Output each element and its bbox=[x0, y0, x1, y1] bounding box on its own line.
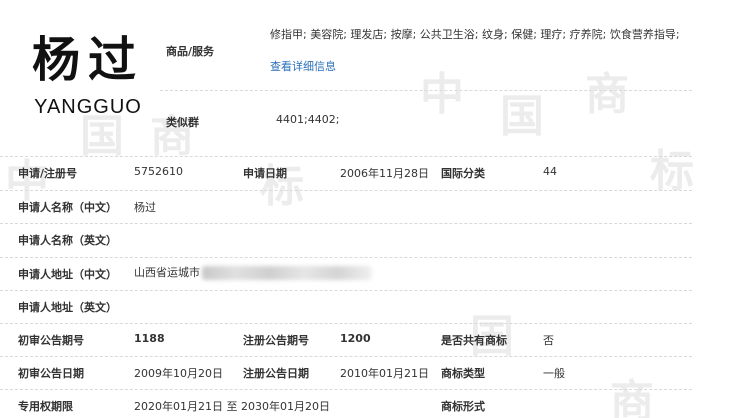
address-cn-value: 山西省运城市 bbox=[134, 266, 200, 279]
term-label: 专用权期限 bbox=[18, 400, 73, 413]
shared-mark-value: 否 bbox=[543, 334, 554, 347]
mark-type-label: 商标类型 bbox=[441, 367, 485, 380]
applicant-cn-value: 杨过 bbox=[134, 201, 156, 214]
mark-type-value: 一般 bbox=[543, 367, 565, 380]
prelim-no-label: 初审公告期号 bbox=[18, 334, 84, 347]
trademark-logo: 杨过 YANGGUO bbox=[18, 18, 158, 136]
shared-mark-label: 是否共有商标 bbox=[441, 334, 507, 347]
table-row: 申请人地址（英文） bbox=[0, 290, 742, 323]
address-en-label: 申请人地址（英文） bbox=[18, 301, 117, 314]
prelim-date-label: 初审公告日期 bbox=[18, 367, 84, 380]
table-row: 申请人名称（中文） 杨过 bbox=[0, 190, 742, 223]
similar-group-label: 类似群 bbox=[166, 116, 199, 129]
reg-no-label: 申请/注册号 bbox=[18, 167, 78, 180]
logo-chinese-text: 杨过 bbox=[31, 31, 144, 88]
view-details-link[interactable]: 查看详细信息 bbox=[270, 58, 336, 74]
app-date-value: 2006年11月28日 bbox=[340, 167, 429, 180]
address-cn-field: 山西省运城市 bbox=[134, 264, 372, 280]
reg-pub-no-value: 1200 bbox=[340, 332, 371, 345]
applicant-en-label: 申请人名称（英文） bbox=[18, 234, 117, 247]
similar-group-value: 4401;4402; bbox=[276, 113, 340, 126]
intl-class-value: 44 bbox=[543, 165, 557, 178]
prelim-no-value: 1188 bbox=[134, 332, 165, 345]
address-cn-label: 申请人地址（中文） bbox=[18, 268, 117, 281]
reg-no-value: 5752610 bbox=[134, 165, 183, 178]
logo-english-text: YANGGUO bbox=[34, 95, 142, 118]
table-row: 申请/注册号 5752610 申请日期 2006年11月28日 国际分类 44 bbox=[0, 156, 742, 189]
applicant-cn-label: 申请人名称（中文） bbox=[18, 201, 117, 214]
table-row: 初审公告日期 2009年10月20日 注册公告日期 2010年01月21日 商标… bbox=[0, 356, 742, 389]
redacted-blur bbox=[202, 266, 372, 280]
term-value: 2020年01月21日 至 2030年01月20日 bbox=[134, 400, 330, 413]
table-row: 申请人地址（中文） 山西省运城市 bbox=[0, 257, 742, 290]
reg-pub-no-label: 注册公告期号 bbox=[243, 334, 309, 347]
table-row: 申请人名称（英文） bbox=[0, 223, 742, 256]
table-row: 初审公告期号 1188 注册公告期号 1200 是否共有商标 否 bbox=[0, 323, 742, 356]
goods-services-label: 商品/服务 bbox=[166, 45, 215, 58]
goods-services-text: 修指甲; 美容院; 理发店; 按摩; 公共卫生浴; 纹身; 保健; 理疗; 疗养… bbox=[270, 28, 680, 41]
reg-pub-date-value: 2010年01月21日 bbox=[340, 367, 429, 380]
mark-form-label: 商标形式 bbox=[441, 400, 485, 413]
prelim-date-value: 2009年10月20日 bbox=[134, 367, 223, 380]
table-row: 专用权期限 2020年01月21日 至 2030年01月20日 商标形式 bbox=[0, 389, 742, 418]
divider bbox=[160, 90, 692, 91]
reg-pub-date-label: 注册公告日期 bbox=[243, 367, 309, 380]
intl-class-label: 国际分类 bbox=[441, 167, 485, 180]
app-date-label: 申请日期 bbox=[243, 167, 287, 180]
